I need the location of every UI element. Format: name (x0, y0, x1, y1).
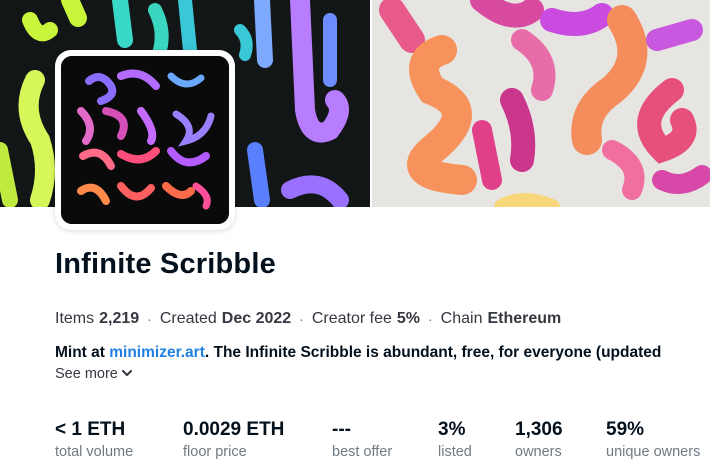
meta-creator-fee-value: 5% (396, 310, 420, 327)
see-more-label: See more (55, 366, 118, 382)
collection-title: Infinite Scribble (55, 248, 276, 280)
see-more-button[interactable]: See more (55, 366, 132, 382)
meta-created-label: Created (159, 310, 217, 327)
description-prefix: Mint at (55, 344, 110, 361)
collection-description: Mint at minimizer.art. The Infinite Scri… (55, 344, 710, 362)
stat-value: < 1 ETH (55, 419, 126, 440)
stat-label: unique owners (606, 444, 701, 460)
stat-best-offer[interactable]: --- best offer (332, 419, 392, 462)
meta-items-label: Items (55, 310, 95, 327)
stat-value: 1,306 (515, 419, 563, 440)
collection-meta: Items 2,219 · Created Dec 2022 · Creator… (55, 310, 561, 328)
description-suffix: . The Infinite Scribble is abundant, fre… (204, 344, 662, 361)
stat-listed[interactable]: 3% listed (438, 419, 472, 462)
stat-label: owners (515, 444, 562, 460)
stat-label: total volume (55, 444, 134, 460)
meta-created-value: Dec 2022 (221, 310, 292, 327)
meta-chain-label: Chain (440, 310, 483, 327)
meta-separator: · (428, 311, 433, 327)
meta-separator: · (299, 311, 304, 327)
stat-floor-price[interactable]: 0.0029 ETH floor price (183, 419, 284, 462)
stat-value: --- (332, 419, 351, 440)
stat-value: 0.0029 ETH (183, 419, 285, 440)
stat-value: 3% (438, 419, 466, 440)
stat-unique-owners[interactable]: 59% unique owners (606, 419, 700, 462)
collection-stats: < 1 ETH total volume 0.0029 ETH floor pr… (55, 419, 710, 476)
banner-image-right (372, 0, 710, 207)
stat-owners[interactable]: 1,306 owners (515, 419, 563, 462)
stat-label: listed (438, 444, 472, 460)
stat-label: best offer (332, 444, 393, 460)
meta-items-value: 2,219 (99, 310, 140, 327)
description-link[interactable]: minimizer.art (109, 344, 205, 361)
stat-total-volume[interactable]: < 1 ETH total volume (55, 419, 133, 462)
collection-avatar[interactable] (55, 50, 235, 230)
meta-chain-value: Ethereum (487, 310, 562, 327)
meta-creator-fee-label: Creator fee (311, 310, 392, 327)
stat-value: 59% (606, 419, 645, 440)
chevron-down-icon (121, 368, 132, 380)
collection-avatar-image (61, 56, 229, 224)
stat-label: floor price (183, 444, 247, 460)
meta-separator: · (147, 311, 152, 327)
